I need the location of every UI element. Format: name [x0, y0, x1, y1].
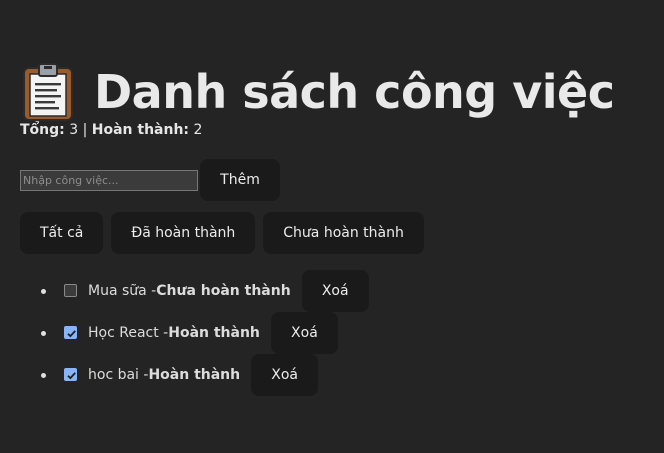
page-title: Danh sách công việc [22, 61, 615, 123]
filter-bar: Tất cả Đã hoàn thành Chưa hoàn thành [20, 212, 424, 254]
todo-status: Hoàn thành [168, 325, 260, 341]
todo-content: hoc bai -Hoàn thành Xoá [88, 354, 319, 396]
page-title-text: Danh sách công việc [94, 64, 615, 119]
checkmark-icon [67, 372, 76, 380]
task-input[interactable] [20, 169, 198, 191]
add-button[interactable]: Thêm [200, 159, 280, 201]
clipboard-icon [22, 62, 74, 122]
filter-undone-button[interactable]: Chưa hoàn thành [263, 212, 424, 254]
delete-button[interactable]: Xoá [270, 312, 338, 354]
checkmark-icon [67, 330, 76, 338]
done-label: Hoàn thành: [91, 122, 190, 138]
todo-checkbox[interactable] [64, 326, 77, 339]
filter-all-button[interactable]: Tất cả [20, 212, 104, 254]
todo-content: Mua sữa -Chưa hoàn thành Xoá [88, 270, 369, 312]
bullet-icon [41, 289, 46, 294]
add-task-form: Thêm [20, 158, 280, 202]
todo-app: Danh sách công việc Tổng: 3 | Hoàn thành… [0, 0, 664, 453]
delete-button[interactable]: Xoá [251, 354, 319, 396]
todo-content: Học React -Hoàn thành Xoá [88, 312, 338, 354]
stats-summary: Tổng: 3 | Hoàn thành: 2 [20, 122, 202, 138]
todo-text: hoc bai - [88, 367, 149, 383]
todo-text: Mua sữa - [88, 283, 157, 299]
filter-done-button[interactable]: Đã hoàn thành [111, 212, 256, 254]
total-label: Tổng: [20, 122, 65, 138]
bullet-icon [41, 373, 46, 378]
stats-separator: | [82, 122, 88, 138]
todo-checkbox[interactable] [64, 368, 77, 381]
todo-status: Hoàn thành [148, 367, 241, 383]
delete-button[interactable]: Xoá [301, 270, 369, 312]
done-count: 2 [193, 122, 203, 138]
todo-status: Chưa hoàn thành [156, 283, 291, 299]
bullet-icon [41, 331, 46, 336]
total-count: 3 [69, 122, 79, 138]
todo-text: Học React - [88, 325, 169, 341]
todo-checkbox[interactable] [64, 284, 77, 297]
